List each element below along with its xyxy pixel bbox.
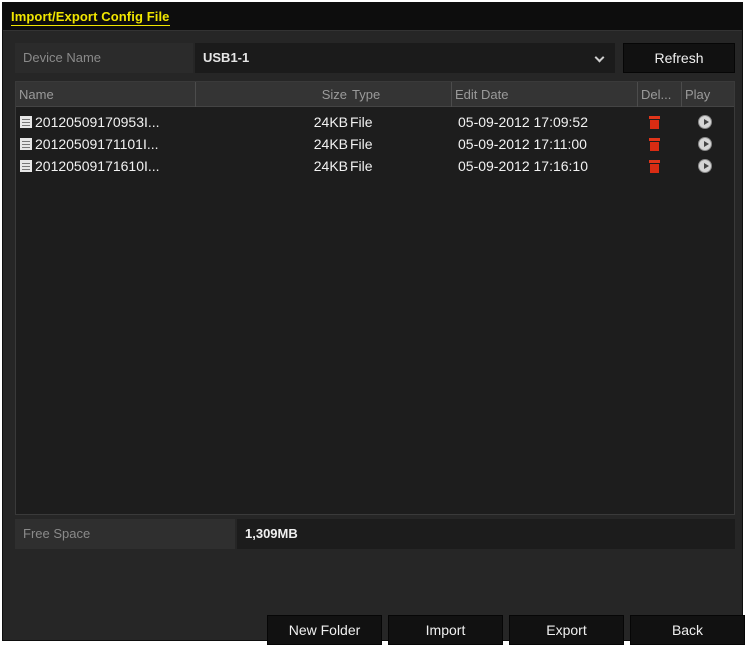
file-name: 20120509171610I... [35, 158, 160, 174]
chevron-down-icon [594, 52, 605, 63]
file-list: Name Size Type Edit Date Del... Play 201… [15, 81, 735, 515]
file-name: 20120509171101I... [35, 136, 159, 152]
column-header-name[interactable]: Name [16, 82, 196, 107]
table-row[interactable]: 20120509171610I... 24KB File 05-09-2012 … [16, 155, 734, 177]
file-type: File [350, 114, 373, 130]
device-name-value: USB1-1 [203, 50, 250, 65]
file-type: File [350, 158, 373, 174]
free-space-value: 1,309MB [237, 519, 735, 549]
file-size: 24KB [313, 158, 348, 174]
column-header-delete[interactable]: Del... [638, 82, 682, 107]
device-name-select[interactable]: USB1-1 [195, 43, 615, 73]
back-button[interactable]: Back [630, 615, 745, 645]
title-bar: Import/Export Config File [3, 3, 742, 31]
play-icon[interactable] [698, 137, 712, 151]
file-edit-date: 05-09-2012 17:09:52 [458, 114, 588, 130]
file-icon [20, 116, 32, 128]
import-button[interactable]: Import [388, 615, 503, 645]
trash-icon[interactable] [649, 116, 660, 129]
refresh-button[interactable]: Refresh [623, 43, 735, 73]
device-name-label: Device Name [15, 43, 193, 73]
trash-icon[interactable] [649, 138, 660, 151]
column-header-size[interactable]: Size [196, 82, 349, 107]
column-header-edit-date[interactable]: Edit Date [452, 82, 638, 107]
file-list-header: Name Size Type Edit Date Del... Play [16, 82, 734, 107]
file-edit-date: 05-09-2012 17:11:00 [458, 136, 587, 152]
free-space-row: Free Space 1,309MB [15, 519, 735, 549]
trash-icon[interactable] [649, 160, 660, 173]
device-row: Device Name USB1-1 Refresh [15, 43, 735, 73]
play-icon[interactable] [698, 115, 712, 129]
table-row[interactable]: 20120509170953I... 24KB File 05-09-2012 … [16, 111, 734, 133]
column-header-type[interactable]: Type [349, 82, 452, 107]
table-row[interactable]: 20120509171101I... 24KB File 05-09-2012 … [16, 133, 734, 155]
file-size: 24KB [313, 114, 348, 130]
file-type: File [350, 136, 373, 152]
new-folder-button[interactable]: New Folder [267, 615, 382, 645]
file-icon [20, 160, 32, 172]
free-space-label: Free Space [15, 519, 235, 549]
file-size: 24KB [313, 136, 348, 152]
file-edit-date: 05-09-2012 17:16:10 [458, 158, 588, 174]
window-title: Import/Export Config File [11, 9, 170, 26]
column-header-play[interactable]: Play [682, 82, 736, 107]
file-name: 20120509170953I... [35, 114, 160, 130]
file-icon [20, 138, 32, 150]
play-icon[interactable] [698, 159, 712, 173]
import-export-window: Import/Export Config File Device Name US… [2, 2, 745, 645]
export-button[interactable]: Export [509, 615, 624, 645]
